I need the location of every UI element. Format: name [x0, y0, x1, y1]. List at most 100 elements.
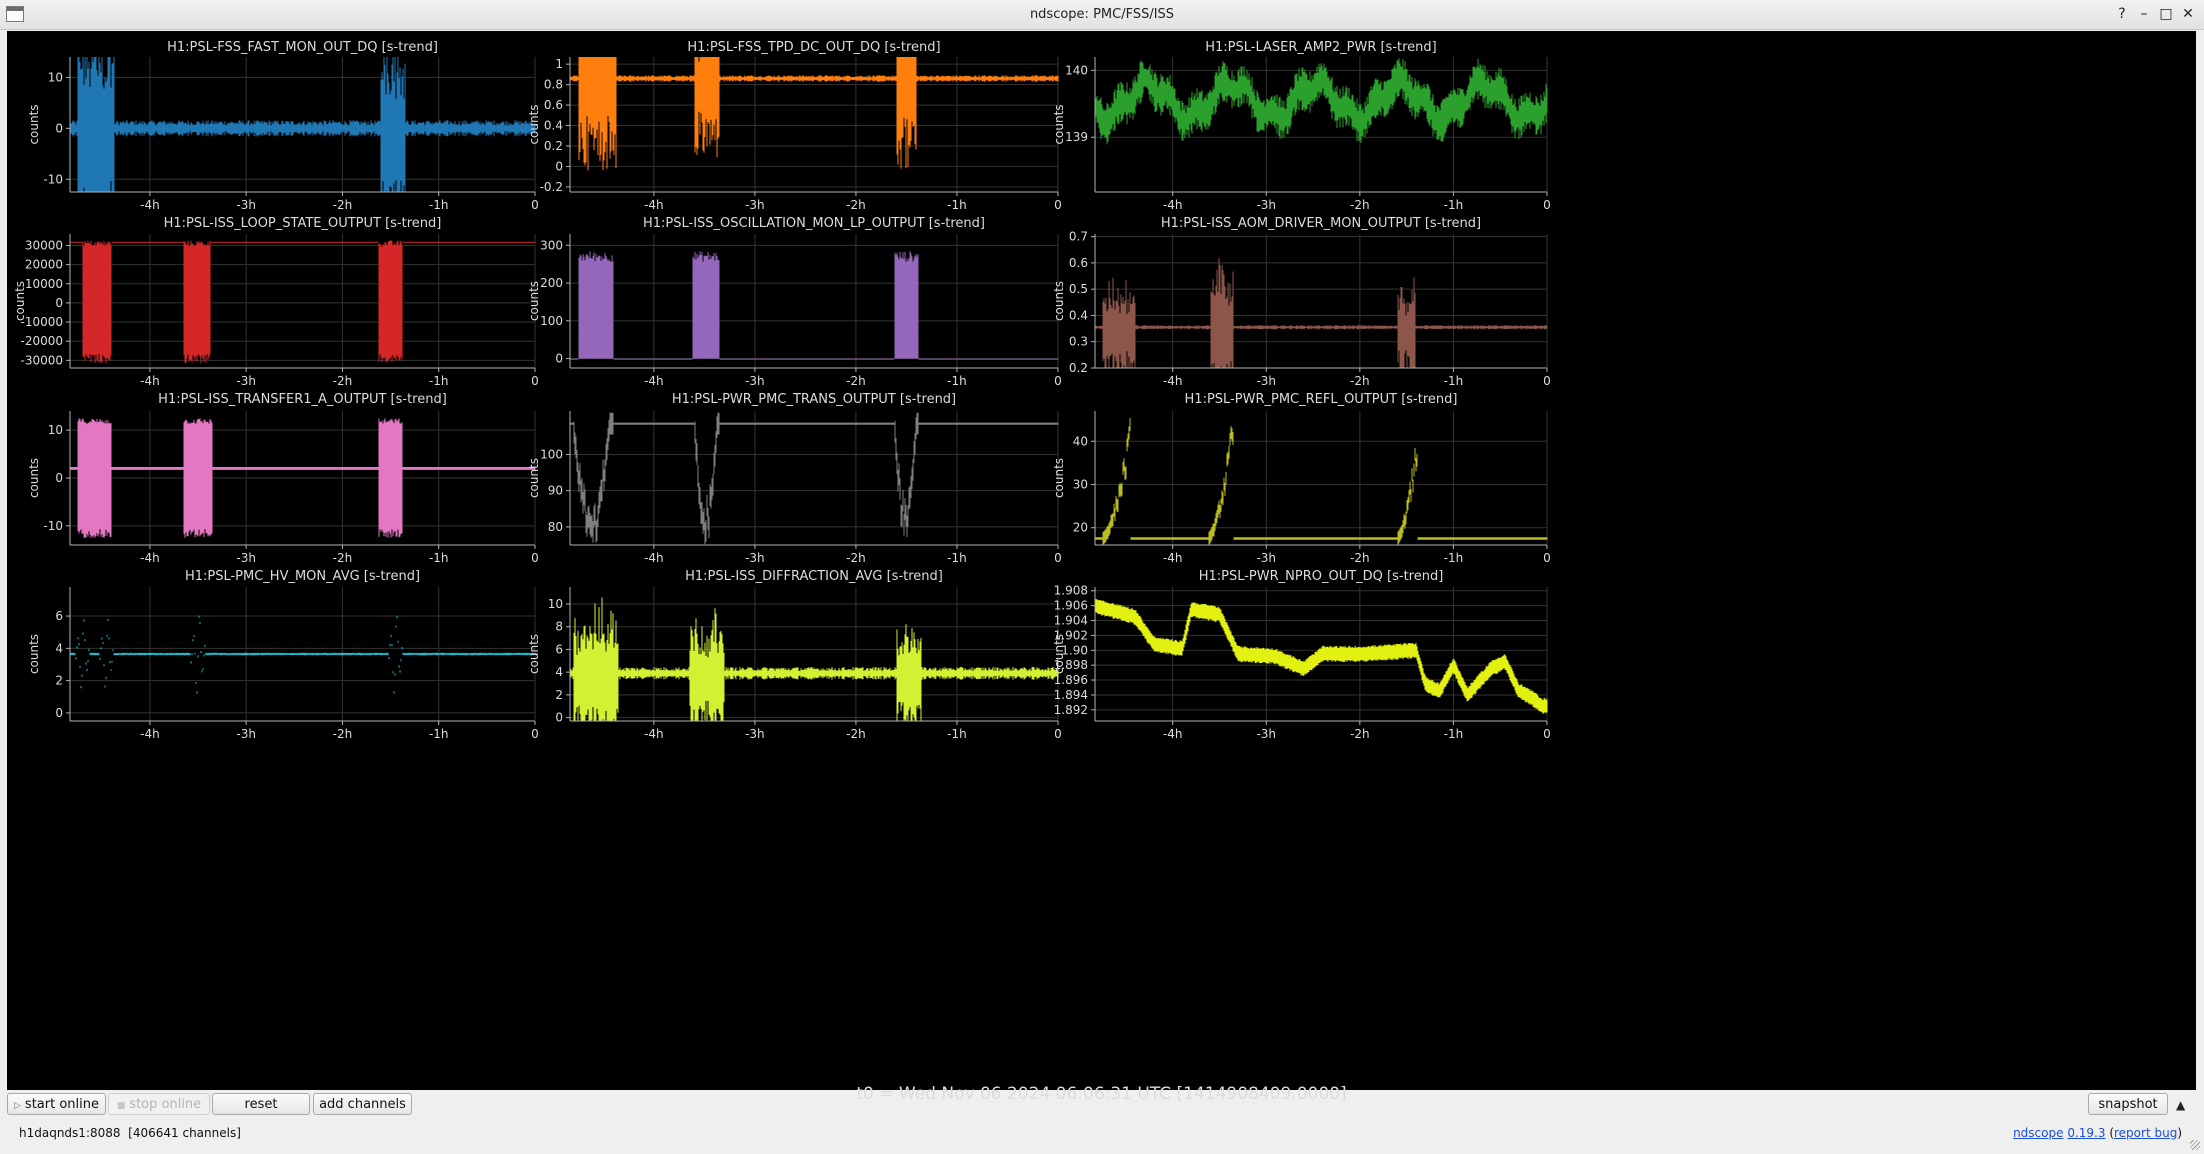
y-tick-label: 0	[55, 706, 63, 720]
y-tick-label: 2	[55, 674, 63, 688]
y-tick-label: 80	[548, 520, 563, 534]
x-tick-label: 0	[1054, 198, 1062, 212]
y-tick-label: 0	[555, 159, 563, 173]
plot-title: H1:PSL-PWR_NPRO_OUT_DQ [s-trend]	[1199, 569, 1444, 584]
plot-title: H1:PSL-PWR_PMC_TRANS_OUTPUT [s-trend]	[672, 392, 956, 407]
y-tick-label: 6	[55, 609, 63, 623]
x-tick-label: -2h	[846, 198, 866, 212]
resize-grip-icon[interactable]	[2190, 1140, 2200, 1150]
x-tick-label: -1h	[429, 374, 449, 388]
status-bar-right: ndscope 0.19.3 (report bug)	[2013, 1126, 2182, 1140]
y-tick-label: 20000	[25, 258, 63, 272]
plot-10: H1:PSL-PMC_HV_MON_AVG [s-trend] 6 4 2 0 -4h -3…	[27, 569, 539, 741]
version-link[interactable]: 0.19.3	[2067, 1126, 2105, 1140]
y-tick-label: 90	[548, 484, 563, 498]
channel-count: [406641 channels]	[128, 1126, 241, 1140]
app-name-link[interactable]: ndscope	[2013, 1126, 2063, 1140]
report-bug-link[interactable]: report bug	[2114, 1126, 2177, 1140]
reset-button[interactable]: reset	[212, 1093, 310, 1115]
x-tick-label: -1h	[1444, 551, 1464, 565]
y-tick-label: -0.2	[540, 180, 563, 194]
data-trace	[569, 57, 1059, 171]
y-tick-label: 4	[55, 641, 63, 655]
x-tick-label: -2h	[333, 551, 353, 565]
y-tick-label: -20000	[20, 334, 63, 348]
x-tick-label: 0	[1543, 727, 1551, 741]
x-tick-label: -4h	[644, 198, 664, 212]
y-tick-label: 1.894	[1054, 688, 1088, 702]
data-trace	[569, 412, 1059, 545]
y-tick-label: 1.904	[1054, 614, 1088, 628]
y-axis-label: counts	[27, 104, 41, 144]
x-tick-label: -2h	[333, 374, 353, 388]
stop-online-button[interactable]: ■ stop online	[108, 1093, 210, 1115]
x-tick-label: 0	[1054, 551, 1062, 565]
plot-6: H1:PSL-ISS_AOM_DRIVER_MON_OUTPUT [s-tren…	[1052, 216, 1551, 388]
x-tick-label: -4h	[1163, 374, 1183, 388]
paren-close: )	[2177, 1126, 2182, 1140]
y-tick-label: 0.5	[1069, 282, 1088, 296]
data-trace	[569, 251, 1059, 360]
x-tick-label: -3h	[1256, 374, 1276, 388]
y-tick-label: 1.892	[1054, 703, 1088, 717]
plot-7: H1:PSL-ISS_TRANSFER1_A_OUTPUT [s-trend] 1…	[27, 392, 539, 565]
minimize-icon[interactable]: –	[2136, 4, 2152, 24]
y-tick-label: 2	[555, 688, 563, 702]
x-tick-label: -1h	[429, 551, 449, 565]
start-online-button[interactable]: ▷ start online	[7, 1093, 106, 1115]
y-axis-label: counts	[1052, 104, 1066, 144]
y-tick-label: 140	[1065, 63, 1088, 77]
x-tick-label: -2h	[1350, 198, 1370, 212]
data-trace	[569, 597, 1059, 721]
plot-title: H1:PSL-PMC_HV_MON_AVG [s-trend]	[185, 569, 420, 584]
y-axis-label: counts	[13, 281, 27, 321]
plot-5: H1:PSL-ISS_OSCILLATION_MON_LP_OUTPUT [s-…	[527, 216, 1062, 388]
y-tick-label: 1.896	[1054, 673, 1088, 687]
plot-3: H1:PSL-LASER_AMP2_PWR [s-trend] 140 139 -4h…	[1052, 40, 1551, 212]
y-tick-label: 0.7	[1069, 230, 1088, 244]
snapshot-button[interactable]: snapshot	[2088, 1093, 2168, 1115]
x-tick-label: -4h	[1163, 727, 1183, 741]
plot-title: H1:PSL-ISS_LOOP_STATE_OUTPUT [s-trend]	[164, 216, 442, 231]
y-tick-label: 0	[55, 121, 63, 135]
x-tick-label: 0	[531, 551, 539, 565]
x-tick-label: -4h	[1163, 551, 1183, 565]
y-tick-label: 1.906	[1054, 599, 1088, 613]
x-tick-label: -1h	[947, 198, 967, 212]
plot-title: H1:PSL-PWR_PMC_REFL_OUTPUT [s-trend]	[1185, 392, 1458, 407]
y-tick-label: 0	[55, 296, 63, 310]
y-axis-label: counts	[1052, 458, 1066, 498]
plot-title: H1:PSL-FSS_FAST_MON_OUT_DQ [s-trend]	[167, 40, 438, 55]
x-tick-label: -4h	[140, 551, 160, 565]
y-tick-label: 0.4	[1069, 308, 1088, 322]
plot-area: H1:PSL-FSS_FAST_MON_OUT_DQ [s-trend] 10 0-…	[7, 31, 2196, 1104]
plots-canvas: H1:PSL-FSS_FAST_MON_OUT_DQ [s-trend]100-…	[13, 40, 1551, 741]
y-tick-label: 6	[555, 642, 563, 656]
x-tick-label: 0	[1543, 198, 1551, 212]
x-tick-label: -2h	[846, 374, 866, 388]
y-tick-label: 0	[555, 711, 563, 725]
add-channels-button[interactable]: add channels	[313, 1093, 412, 1115]
data-trace	[69, 240, 536, 364]
x-tick-label: -4h	[644, 551, 664, 565]
help-icon[interactable]: ?	[2114, 4, 2130, 24]
x-tick-label: 0	[531, 198, 539, 212]
y-axis-label: counts	[27, 634, 41, 674]
x-tick-label: -2h	[333, 198, 353, 212]
y-tick-label: -30000	[20, 353, 63, 367]
y-axis-label: counts	[527, 634, 541, 674]
x-tick-label: -4h	[1163, 198, 1183, 212]
x-tick-label: -3h	[745, 198, 765, 212]
plot-4: H1:PSL-ISS_LOOP_STATE_OUTPUT [s-trend] 30…	[13, 216, 539, 388]
stop-online-label: stop online	[129, 1097, 202, 1112]
x-tick-label: 0	[1543, 374, 1551, 388]
y-tick-label: 40	[1073, 434, 1088, 448]
server-address: h1daqnds1:8088	[19, 1126, 121, 1140]
y-tick-label: 300	[540, 238, 563, 252]
plot-title: H1:PSL-FSS_TPD_DC_OUT_DQ [s-trend]	[687, 40, 940, 55]
plot-title: H1:PSL-LASER_AMP2_PWR [s-trend]	[1205, 40, 1437, 55]
collapse-arrow-icon[interactable]: ▲	[2176, 1098, 2185, 1112]
maximize-icon[interactable]: □	[2158, 4, 2174, 24]
close-icon[interactable]: ✕	[2180, 4, 2196, 24]
x-tick-label: -1h	[947, 727, 967, 741]
